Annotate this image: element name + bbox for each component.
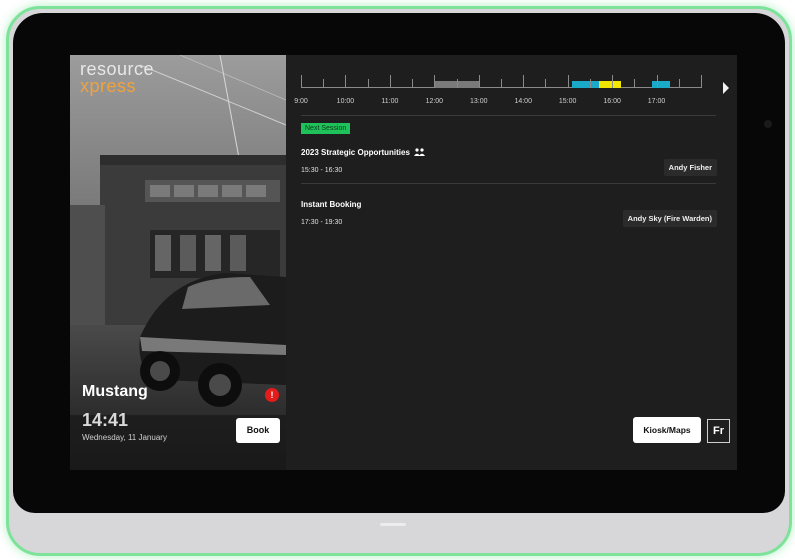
language-toggle-button[interactable]: Fr	[707, 419, 730, 443]
hour-label: 17:00	[647, 98, 666, 105]
hour-label: 11:00	[381, 98, 399, 105]
group-icon	[414, 148, 426, 156]
event-title-row: 2023 Strategic Opportunities	[301, 148, 426, 157]
hour-label: 14:00	[514, 98, 532, 105]
timeline-tick	[501, 79, 502, 88]
schedule-panel: 9:00 10:00 11:00 12:00 13:00 14:00 15:00 16:00 1…	[286, 55, 737, 470]
booking-segment	[598, 81, 621, 88]
hour-label: 16:00	[603, 98, 621, 105]
next-session-badge: Next Session	[301, 123, 351, 134]
day-timeline[interactable]: 9:00 10:00 11:00 12:00 13:00 14:00 15:00 16:00 1…	[294, 65, 711, 113]
booking-segment	[652, 81, 670, 88]
alert-icon[interactable]: !	[265, 388, 279, 402]
event-time: 17:30 - 19:30	[301, 219, 343, 226]
timeline-tick	[345, 75, 347, 88]
timeline-tick	[478, 75, 480, 88]
room-panel: resource xpress Mustang ! 14:41 Wednesda…	[70, 55, 286, 470]
room-name: Mustang	[82, 383, 148, 400]
room-display-screen: resource xpress Mustang ! 14:41 Wednesda…	[70, 55, 737, 470]
timeline-tick	[545, 79, 547, 88]
timeline-tick	[323, 79, 325, 88]
timeline-tick	[412, 79, 414, 88]
hour-label: 15:00	[558, 98, 577, 105]
home-indicator	[380, 523, 406, 526]
current-time: 14:41	[82, 410, 129, 430]
hour-label: 13:00	[470, 98, 488, 105]
timeline-tick	[389, 75, 391, 88]
resourcexpress-logo: resource xpress	[80, 60, 154, 96]
timeline-tick	[456, 79, 458, 88]
event-title: 2023 Strategic Opportunities	[301, 148, 410, 157]
timeline-tick	[434, 75, 436, 88]
event-time: 15:30 - 16:30	[301, 167, 343, 174]
timeline-tick	[367, 79, 369, 88]
divider	[301, 115, 716, 116]
timeline-tick	[523, 75, 525, 88]
room-photo	[70, 55, 286, 470]
divider	[301, 183, 716, 184]
timeline-tick	[567, 75, 569, 88]
hour-label: 10:00	[336, 98, 355, 105]
kiosk-maps-button[interactable]: Kiosk/Maps	[633, 417, 701, 443]
event-title: Instant Booking	[301, 200, 362, 209]
hour-label: 12:00	[425, 98, 444, 105]
hour-label: 9:00	[294, 98, 308, 105]
timeline-tick	[612, 75, 614, 88]
timeline-tick	[678, 79, 680, 88]
timeline-tick	[301, 75, 302, 88]
timeline-tick	[634, 79, 636, 88]
timeline-tick	[701, 75, 702, 88]
booking-segment	[572, 81, 599, 88]
organizer-label: Andy Fisher	[663, 159, 717, 176]
organizer-label: Andy Sky (Fire Warden)	[622, 210, 717, 227]
logo-line-2: xpress	[80, 76, 137, 96]
current-date: Wednesday, 11 January	[82, 433, 167, 442]
camera-icon	[764, 120, 772, 128]
timeline-tick	[656, 75, 658, 88]
play-arrow-icon[interactable]	[723, 82, 729, 94]
book-button[interactable]: Book	[236, 418, 280, 443]
timeline-tick	[589, 79, 591, 88]
